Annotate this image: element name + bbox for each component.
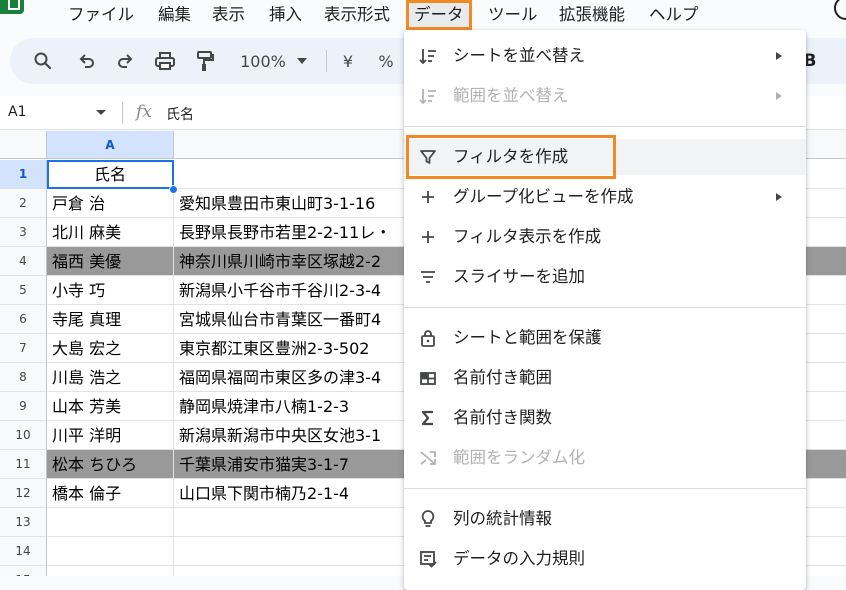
cell-a3[interactable]: 北川 麻美: [47, 218, 174, 247]
account-avatar-icon[interactable]: [834, 0, 846, 20]
cell-a12[interactable]: 橋本 倫子: [47, 479, 174, 508]
toolbar-divider: [326, 50, 327, 72]
sigma-icon: [418, 408, 438, 428]
name-box[interactable]: A1: [8, 104, 26, 120]
menu-item-randomize-range: 範囲をランダム化: [404, 440, 806, 476]
cell-a15[interactable]: [47, 566, 174, 576]
menu-item-add-slicer[interactable]: スライサーを追加: [404, 259, 806, 295]
lightbulb-icon: [418, 509, 438, 529]
plus-icon: [418, 187, 438, 207]
menu-divider: [404, 126, 806, 127]
cell-a14[interactable]: [47, 537, 174, 566]
row-header[interactable]: 9: [0, 392, 47, 421]
fill-handle[interactable]: [169, 185, 178, 194]
cell-a10[interactable]: 川平 洋明: [47, 421, 174, 450]
undo-icon[interactable]: [72, 38, 102, 84]
row-header[interactable]: 6: [0, 305, 47, 334]
cell-a9[interactable]: 山本 芳美: [47, 392, 174, 421]
formula-input[interactable]: 氏名: [166, 104, 194, 124]
menu-item-create-filter-view[interactable]: フィルタ表示を作成: [404, 219, 806, 255]
sort-icon: [418, 46, 438, 66]
cell-a5[interactable]: 小寺 巧: [47, 276, 174, 305]
menu-tools[interactable]: ツール: [482, 2, 544, 28]
menu-extensions[interactable]: 拡張機能: [553, 2, 631, 28]
row-header[interactable]: 7: [0, 334, 47, 363]
menu-item-column-stats[interactable]: 列の統計情報: [404, 501, 806, 537]
percent-format-button[interactable]: %: [374, 38, 398, 84]
menu-data[interactable]: データ: [406, 0, 472, 30]
lock-icon: [418, 328, 438, 348]
menu-view[interactable]: 表示: [206, 2, 251, 28]
menu-edit[interactable]: 編集: [152, 2, 197, 28]
data-validation-icon: [418, 549, 438, 569]
submenu-arrow-icon: [776, 52, 782, 60]
zoom-select[interactable]: 100%: [232, 38, 294, 84]
plus-icon: [418, 227, 438, 247]
menu-item-data-validation[interactable]: データの入力規則: [404, 541, 806, 577]
menu-item-create-group-view[interactable]: グループ化ビューを作成: [404, 179, 806, 215]
menu-item-sort-range: 範囲を並べ替え: [404, 78, 806, 114]
cell-a1[interactable]: 氏名: [47, 160, 174, 189]
cell-a13[interactable]: [47, 508, 174, 537]
menu-item-sort-sheet[interactable]: シートを並べ替え: [404, 38, 806, 74]
menu-insert[interactable]: 挿入: [263, 2, 308, 28]
print-icon[interactable]: [150, 38, 180, 84]
fx-icon: fx: [136, 102, 152, 122]
select-all-corner[interactable]: [0, 131, 47, 159]
menu-bar: ファイル 編集 表示 挿入 表示形式 データ ツール 拡張機能 ヘルプ: [0, 0, 846, 30]
row-header[interactable]: 11: [0, 450, 47, 479]
zoom-chevron-down-icon[interactable]: [294, 38, 310, 84]
row-header[interactable]: 1: [0, 160, 47, 189]
cell-a11[interactable]: 松本 ちひろ: [47, 450, 174, 479]
shuffle-icon: [418, 448, 438, 468]
row-header[interactable]: 15: [0, 566, 47, 576]
zoom-value: 100%: [240, 51, 286, 71]
search-icon[interactable]: [28, 38, 58, 84]
submenu-arrow-icon: [776, 92, 782, 100]
slicer-icon: [418, 267, 438, 287]
menu-item-named-ranges[interactable]: 名前付き範囲: [404, 360, 806, 396]
name-box-chevron-down-icon[interactable]: [96, 110, 106, 115]
menu-divider: [404, 488, 806, 489]
cell-a2[interactable]: 戸倉 治: [47, 189, 174, 218]
menu-item-named-functions[interactable]: 名前付き関数: [404, 400, 806, 436]
column-header-a[interactable]: A: [47, 131, 174, 159]
filter-icon: [418, 147, 438, 167]
cell-a8[interactable]: 川島 浩之: [47, 363, 174, 392]
row-header[interactable]: 2: [0, 189, 47, 218]
menu-item-protect-sheets[interactable]: シートと範囲を保護: [404, 320, 806, 356]
menu-help[interactable]: ヘルプ: [643, 2, 705, 28]
paint-format-icon[interactable]: [190, 38, 220, 84]
row-header[interactable]: 3: [0, 218, 47, 247]
formula-bar-divider: [122, 102, 123, 124]
menu-format[interactable]: 表示形式: [318, 2, 396, 28]
row-header[interactable]: 14: [0, 537, 47, 566]
redo-icon[interactable]: [110, 38, 140, 84]
menu-divider: [404, 307, 806, 308]
row-header[interactable]: 8: [0, 363, 47, 392]
row-header[interactable]: 5: [0, 276, 47, 305]
menu-item-create-filter[interactable]: フィルタを作成: [404, 139, 806, 175]
row-header[interactable]: 12: [0, 479, 47, 508]
row-header[interactable]: 4: [0, 247, 47, 276]
sort-range-icon: [418, 86, 438, 106]
menu-file[interactable]: ファイル: [62, 2, 140, 28]
named-range-icon: [418, 368, 438, 388]
data-menu-dropdown: シートを並べ替え 範囲を並べ替え フィルタを作成 グループ化ビューを作成 フィル…: [404, 30, 806, 590]
cell-a4[interactable]: 福西 美優: [47, 247, 174, 276]
row-header[interactable]: 13: [0, 508, 47, 537]
cell-a6[interactable]: 寺尾 真理: [47, 305, 174, 334]
submenu-arrow-icon: [776, 193, 782, 201]
row-header[interactable]: 10: [0, 421, 47, 450]
currency-format-button[interactable]: ¥: [336, 38, 360, 84]
sheets-logo-icon[interactable]: [0, 0, 24, 14]
cell-a7[interactable]: 大島 宏之: [47, 334, 174, 363]
